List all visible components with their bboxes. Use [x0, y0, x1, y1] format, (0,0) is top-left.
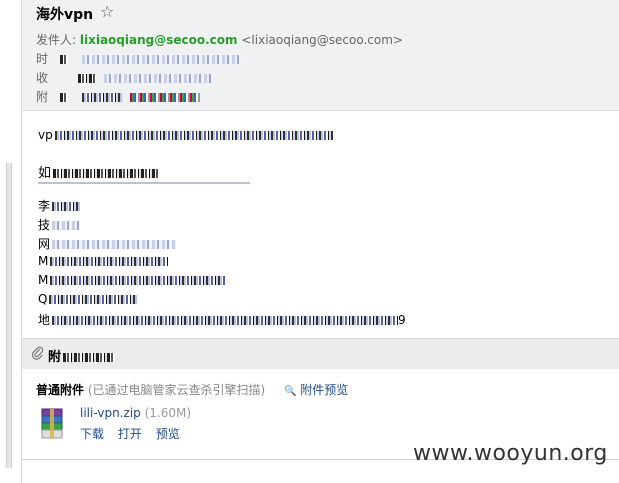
- download-link[interactable]: 下载: [80, 427, 104, 441]
- signature-mail: M: [38, 273, 227, 287]
- attachment-bar-title: 附: [48, 346, 116, 365]
- divider: [38, 182, 250, 184]
- signature-name: 李: [38, 197, 81, 214]
- to-row: 收: [36, 69, 214, 86]
- preview-link[interactable]: 预览: [156, 427, 180, 441]
- scroll-track[interactable]: [6, 163, 12, 468]
- signature-qq: Q: [38, 292, 138, 306]
- attachment-section-title: 普通附件: [36, 383, 85, 397]
- mail-body: vp 如 李 技 网 M M Q 地9: [22, 111, 409, 337]
- body-line-2: 如: [38, 162, 160, 181]
- open-link[interactable]: 打开: [118, 427, 142, 441]
- signature-website: 网: [38, 235, 177, 252]
- attach-label: 附: [36, 90, 49, 104]
- from-label: 发件人:: [36, 33, 77, 47]
- file-size: (1.60M): [144, 406, 191, 420]
- scan-note: (已通过电脑管家云查杀引擎扫描): [87, 383, 266, 397]
- signature-title: 技: [38, 216, 81, 233]
- redacted-mark: [77, 74, 96, 83]
- file-name[interactable]: lili-vpn.zip (1.60M): [80, 406, 191, 420]
- attach-row: 附: [36, 88, 200, 105]
- time-label: 时: [36, 52, 49, 66]
- attachment-preview-link[interactable]: 🔍 附件预览: [284, 381, 348, 398]
- attachment-header: 普通附件 (已通过电脑管家云查杀引擎扫描): [36, 381, 265, 398]
- redacted-mark: [59, 93, 68, 102]
- signature-mobile: M: [38, 254, 169, 268]
- sender-address: <lixiaoqiang@secoo.com>: [241, 33, 403, 47]
- zip-file-icon[interactable]: [40, 408, 66, 440]
- from-row: 发件人: lixiaoqiang@secoo.com <lixiaoqiang@…: [36, 31, 403, 48]
- search-icon: 🔍: [284, 386, 297, 397]
- star-icon[interactable]: ☆: [100, 2, 114, 21]
- redacted-attach: [129, 93, 200, 102]
- paperclip-icon: [31, 346, 44, 364]
- mail-header: 海外vpn ☆ 发件人: lixiaoqiang@secoo.com <lixi…: [22, 0, 619, 111]
- body-line-1: vp: [38, 128, 333, 142]
- time-row: 时: [36, 50, 242, 67]
- attachment-bar: 附: [22, 338, 619, 370]
- redacted-attach: [81, 93, 122, 102]
- to-label: 收: [36, 71, 49, 85]
- file-actions: 下载 打开 预览: [80, 425, 190, 442]
- mail-subject: 海外vpn: [36, 7, 94, 23]
- redacted-recipient: [103, 74, 214, 83]
- sender-name[interactable]: lixiaoqiang@secoo.com: [80, 33, 238, 47]
- left-gutter: [0, 0, 22, 483]
- redacted-time: [81, 55, 242, 64]
- preview-label: 附件预览: [300, 383, 349, 397]
- signature-address: 地9: [38, 313, 406, 327]
- watermark: www.wooyun.org: [413, 441, 608, 466]
- redacted-mark: [59, 55, 68, 64]
